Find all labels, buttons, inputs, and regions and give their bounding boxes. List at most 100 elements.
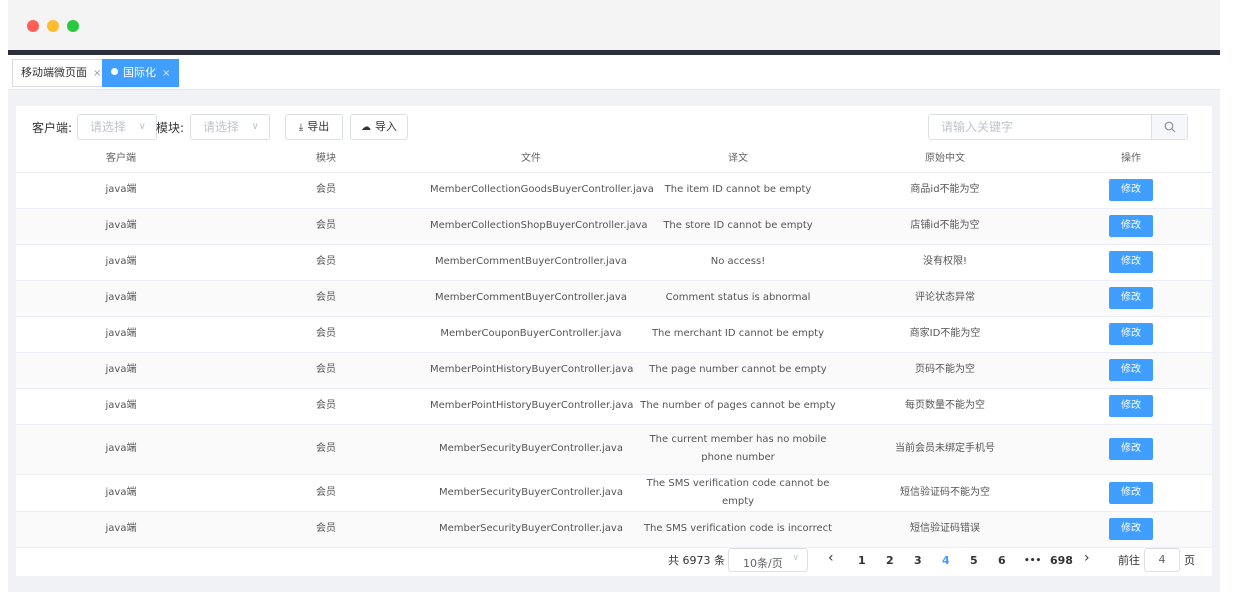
cell-client: java端: [16, 352, 226, 389]
cell-module: 会员: [226, 172, 426, 209]
cell-module: 会员: [226, 208, 426, 245]
module-filter-label: 模块:: [156, 121, 185, 135]
table-row: java端 会员 MemberCommentBuyerController.ja…: [16, 280, 1212, 317]
more-pages-icon[interactable]: •••: [1024, 552, 1041, 570]
page-2[interactable]: 2: [886, 552, 894, 570]
maximize-window-icon[interactable]: [67, 20, 79, 32]
export-button[interactable]: ⤓ 导出: [285, 114, 343, 140]
client-select[interactable]: 请选择 ∨: [77, 114, 157, 140]
next-page-button[interactable]: ›: [1084, 549, 1090, 567]
page-3[interactable]: 3: [914, 552, 922, 570]
table-row: java端 会员 MemberCommentBuyerController.ja…: [16, 244, 1212, 281]
tab-mobile-micropage[interactable]: 移动端微页面 ×: [12, 59, 111, 87]
chevron-down-icon: ∨: [792, 553, 799, 563]
cell-file: MemberCommentBuyerController.java: [426, 280, 636, 317]
goto-page-input[interactable]: 4: [1144, 548, 1180, 572]
minimize-window-icon[interactable]: [47, 20, 59, 32]
column-header-module: 模块: [226, 142, 426, 173]
cell-actions: 修改: [1050, 244, 1212, 281]
cell-translation: The store ID cannot be empty: [636, 208, 840, 245]
cell-original: 页码不能为空: [840, 352, 1050, 389]
search-placeholder: 请输入关键字: [941, 120, 1014, 134]
cell-module: 会员: [226, 388, 426, 425]
table-row: java端 会员 MemberCollectionGoodsBuyerContr…: [16, 172, 1212, 209]
goto-suffix: 页: [1184, 554, 1195, 567]
column-header-original-chinese: 原始中文: [840, 142, 1050, 173]
page-size-select[interactable]: 10条/页 ∨: [728, 548, 808, 572]
cell-file: MemberSecurityBuyerController.java: [426, 424, 636, 475]
pagination-total: 共 6973 条: [668, 554, 725, 567]
cell-original: 评论状态异常: [840, 280, 1050, 317]
page-4[interactable]: 4: [942, 552, 950, 570]
cell-actions: 修改: [1050, 172, 1212, 209]
cell-file: MemberPointHistoryBuyerController.java: [426, 388, 636, 425]
cell-file: MemberPointHistoryBuyerController.java: [426, 352, 636, 389]
cell-client: java端: [16, 244, 226, 281]
table-row: java端 会员 MemberPointHistoryBuyerControll…: [16, 352, 1212, 389]
close-icon[interactable]: ×: [162, 68, 170, 79]
cell-actions: 修改: [1050, 424, 1212, 475]
cell-file: MemberCouponBuyerController.java: [426, 316, 636, 353]
active-dot-icon: [111, 68, 118, 75]
cell-translation: No access!: [636, 244, 840, 281]
cell-translation: The SMS verification code cannot be empt…: [636, 474, 840, 512]
cell-client: java端: [16, 511, 226, 548]
cell-original: 短信验证码不能为空: [840, 474, 1050, 512]
cell-translation: The current member has no mobile phone n…: [636, 424, 840, 475]
cell-file: MemberCommentBuyerController.java: [426, 244, 636, 281]
cell-client: java端: [16, 208, 226, 245]
cell-client: java端: [16, 172, 226, 209]
page-size-value: 10条/页: [743, 557, 783, 570]
cell-file: MemberSecurityBuyerController.java: [426, 511, 636, 548]
prev-page-button[interactable]: ‹: [828, 549, 834, 567]
i18n-table: 客户端 模块 文件 译文 原始中文 操作 java端 会员 MemberColl…: [16, 142, 1212, 548]
edit-button[interactable]: 修改: [1109, 395, 1153, 417]
column-header-client: 客户端: [16, 142, 226, 173]
edit-button[interactable]: 修改: [1109, 215, 1153, 237]
cell-client: java端: [16, 424, 226, 475]
edit-button[interactable]: 修改: [1109, 518, 1153, 540]
edit-button[interactable]: 修改: [1109, 359, 1153, 381]
column-header-actions: 操作: [1050, 142, 1212, 173]
table-row: java端 会员 MemberCouponBuyerController.jav…: [16, 316, 1212, 353]
close-icon[interactable]: ×: [93, 68, 101, 79]
module-select[interactable]: 请选择 ∨: [190, 114, 270, 140]
edit-button[interactable]: 修改: [1109, 438, 1153, 460]
search-button[interactable]: [1151, 115, 1187, 139]
edit-button[interactable]: 修改: [1109, 251, 1153, 273]
column-header-translation: 译文: [636, 142, 840, 173]
page-6[interactable]: 6: [998, 552, 1006, 570]
cell-translation: The item ID cannot be empty: [636, 172, 840, 209]
cell-translation: The page number cannot be empty: [636, 352, 840, 389]
table-row: java端 会员 MemberPointHistoryBuyerControll…: [16, 388, 1212, 425]
chevron-down-icon: ∨: [138, 121, 146, 132]
cell-translation: The merchant ID cannot be empty: [636, 316, 840, 353]
cell-client: java端: [16, 388, 226, 425]
chevron-down-icon: ∨: [251, 121, 259, 132]
cell-module: 会员: [226, 511, 426, 548]
close-window-icon[interactable]: [27, 20, 39, 32]
page-5[interactable]: 5: [970, 552, 978, 570]
import-button[interactable]: ☁ 导入: [350, 114, 408, 140]
tab-label: 国际化: [123, 66, 156, 79]
page-1[interactable]: 1: [858, 552, 866, 570]
module-select-placeholder: 请选择: [203, 120, 240, 134]
import-label: 导入: [375, 120, 397, 133]
title-bar: [8, 0, 1220, 50]
cell-module: 会员: [226, 424, 426, 475]
table-row: java端 会员 MemberCollectionShopBuyerContro…: [16, 208, 1212, 245]
keyword-search-input[interactable]: 请输入关键字: [928, 114, 1188, 140]
tab-i18n[interactable]: 国际化 ×: [102, 59, 180, 87]
cell-module: 会员: [226, 316, 426, 353]
edit-button[interactable]: 修改: [1109, 323, 1153, 345]
cell-actions: 修改: [1050, 474, 1212, 512]
edit-button[interactable]: 修改: [1109, 287, 1153, 309]
edit-button[interactable]: 修改: [1109, 481, 1153, 504]
cloud-upload-icon: ☁: [361, 122, 371, 133]
cell-original: 商家ID不能为空: [840, 316, 1050, 353]
cell-actions: 修改: [1050, 316, 1212, 353]
cell-original: 店铺id不能为空: [840, 208, 1050, 245]
page-698[interactable]: 698: [1050, 552, 1073, 570]
edit-button[interactable]: 修改: [1109, 179, 1153, 201]
table-header-row: 客户端 模块 文件 译文 原始中文 操作: [16, 142, 1212, 173]
